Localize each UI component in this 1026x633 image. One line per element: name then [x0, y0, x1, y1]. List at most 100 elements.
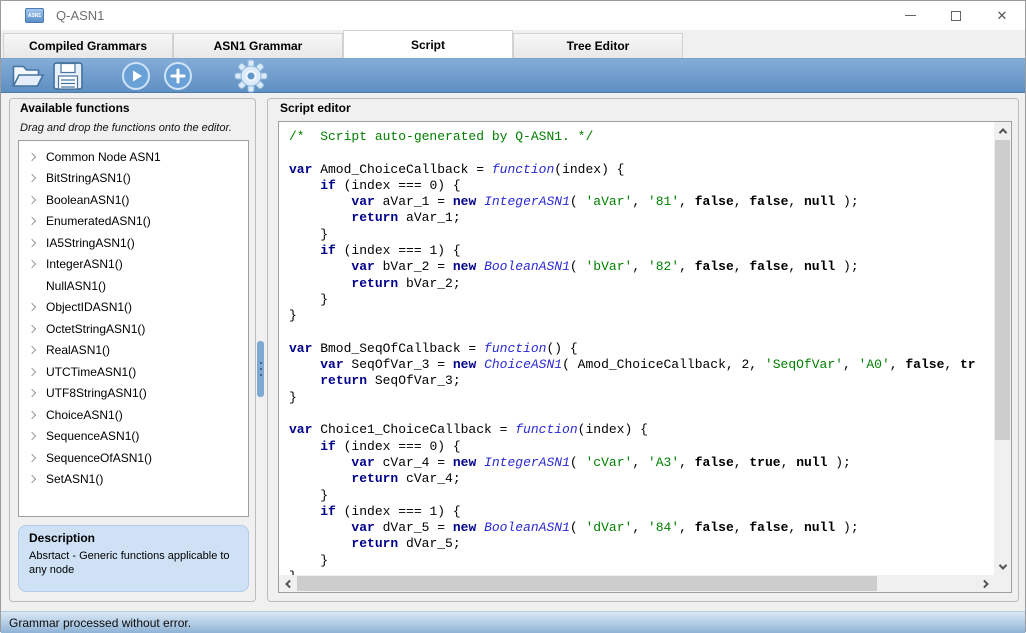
expand-chevron-icon[interactable] — [28, 153, 36, 161]
expand-chevron-icon[interactable] — [28, 303, 36, 311]
minimize-icon — [905, 15, 916, 16]
script-editor-title: Script editor — [280, 101, 351, 115]
expand-chevron-icon[interactable] — [28, 389, 36, 397]
panel-splitter-handle[interactable] — [257, 341, 264, 397]
vertical-scrollbar-thumb[interactable] — [995, 140, 1010, 440]
code-line: } — [289, 390, 994, 406]
scroll-up-button[interactable] — [994, 122, 1011, 139]
horizontal-scrollbar[interactable] — [279, 575, 994, 592]
expand-chevron-icon[interactable] — [28, 260, 36, 268]
code-line: var aVar_1 = new IntegerASN1( 'aVar', '8… — [289, 194, 994, 210]
expand-chevron-icon[interactable] — [28, 217, 36, 225]
function-item[interactable]: SequenceOfASN1() — [19, 447, 248, 469]
tab-compiled-grammars[interactable]: Compiled Grammars — [3, 33, 173, 58]
scroll-left-button[interactable] — [279, 575, 296, 592]
maximize-button[interactable] — [933, 1, 979, 30]
expand-chevron-icon[interactable] — [28, 411, 36, 419]
expand-chevron-icon[interactable] — [28, 368, 36, 376]
code-line: var SeqOfVar_3 = new ChoiceASN1( Amod_Ch… — [289, 357, 994, 373]
function-item[interactable]: SequenceASN1() — [19, 426, 248, 448]
code-line: if (index === 1) { — [289, 243, 994, 259]
close-button[interactable]: ✕ — [979, 1, 1025, 30]
save-button[interactable] — [48, 58, 88, 93]
tab-bar: Compiled GrammarsASN1 GrammarScriptTree … — [1, 30, 1025, 58]
available-functions-title: Available functions — [20, 101, 130, 115]
function-label: Common Node ASN1 — [46, 150, 161, 164]
expand-chevron-icon[interactable] — [28, 475, 36, 483]
toolbar — [1, 58, 1025, 93]
code-line: return dVar_5; — [289, 536, 994, 552]
code-line: var cVar_4 = new IntegerASN1( 'cVar', 'A… — [289, 455, 994, 471]
function-label: SequenceASN1() — [46, 429, 139, 443]
open-button[interactable] — [8, 58, 48, 93]
available-functions-panel: Available functions Drag and drop the fu… — [9, 98, 256, 602]
function-item[interactable]: NullASN1() — [19, 275, 248, 297]
code-line: var Choice1_ChoiceCallback = function(in… — [289, 422, 994, 438]
code-line: if (index === 0) { — [289, 178, 994, 194]
scroll-down-button[interactable] — [994, 558, 1011, 575]
minimize-button[interactable] — [887, 1, 933, 30]
vertical-scrollbar[interactable] — [994, 122, 1011, 575]
function-item[interactable]: IA5StringASN1() — [19, 232, 248, 254]
window-controls: ✕ — [887, 1, 1025, 30]
function-item[interactable]: EnumeratedASN1() — [19, 211, 248, 233]
scroll-right-button[interactable] — [977, 575, 994, 592]
app-icon: ASN1 — [25, 8, 44, 23]
tab-script[interactable]: Script — [343, 30, 513, 58]
tab-asn1-grammar[interactable]: ASN1 Grammar — [173, 33, 343, 58]
code-line: var Amod_ChoiceCallback = function(index… — [289, 162, 994, 178]
code-line: } — [289, 227, 994, 243]
function-label: ObjectIDASN1() — [46, 300, 132, 314]
expand-chevron-icon[interactable] — [28, 239, 36, 247]
tab-tree-editor[interactable]: Tree Editor — [513, 33, 683, 58]
code-line: /* Script auto-generated by Q-ASN1. */ — [289, 129, 994, 145]
maximize-icon — [951, 11, 961, 21]
description-box: Description Absrtact - Generic functions… — [18, 525, 249, 592]
function-item[interactable]: ChoiceASN1() — [19, 404, 248, 426]
function-item[interactable]: BooleanASN1() — [19, 189, 248, 211]
play-icon — [121, 61, 151, 91]
add-button[interactable] — [161, 58, 195, 93]
function-label: BitStringASN1() — [46, 171, 131, 185]
settings-button[interactable] — [232, 58, 270, 93]
function-label: IntegerASN1() — [46, 257, 123, 271]
function-item[interactable]: BitStringASN1() — [19, 168, 248, 190]
expand-chevron-icon[interactable] — [28, 325, 36, 333]
status-bar: Grammar processed without error. — [1, 611, 1025, 633]
function-label: ChoiceASN1() — [46, 408, 123, 422]
code-line: } — [289, 308, 994, 324]
code-line — [289, 145, 994, 161]
functions-list[interactable]: Common Node ASN1 BitStringASN1() BooleanAS… — [18, 140, 249, 517]
code-line: if (index === 1) { — [289, 504, 994, 520]
expand-chevron-icon[interactable] — [28, 454, 36, 462]
expand-chevron-icon[interactable] — [28, 346, 36, 354]
code-line: } — [289, 488, 994, 504]
function-item[interactable]: UTCTimeASN1() — [19, 361, 248, 383]
function-item[interactable]: UTF8StringASN1() — [19, 383, 248, 405]
function-label: OctetStringASN1() — [46, 322, 145, 336]
horizontal-scrollbar-thumb[interactable] — [297, 576, 877, 591]
code-line: return aVar_1; — [289, 210, 994, 226]
close-icon: ✕ — [997, 9, 1008, 22]
code-line: } — [289, 553, 994, 569]
function-item[interactable]: RealASN1() — [19, 340, 248, 362]
code-area[interactable]: /* Script auto-generated by Q-ASN1. */ va… — [279, 122, 994, 575]
expand-chevron-icon[interactable] — [28, 196, 36, 204]
code-line: var bVar_2 = new BooleanASN1( 'bVar', '8… — [289, 259, 994, 275]
function-label: SequenceOfASN1() — [46, 451, 152, 465]
function-item[interactable]: OctetStringASN1() — [19, 318, 248, 340]
function-item[interactable]: IntegerASN1() — [19, 254, 248, 276]
run-button[interactable] — [119, 58, 153, 93]
function-label: SetASN1() — [46, 472, 103, 486]
function-item[interactable]: ObjectIDASN1() — [19, 297, 248, 319]
code-line: if (index === 0) { — [289, 439, 994, 455]
save-icon — [52, 61, 84, 91]
code-line: return SeqOfVar_3; — [289, 373, 994, 389]
expand-chevron-icon[interactable] — [28, 432, 36, 440]
code-line — [289, 406, 994, 422]
function-item[interactable]: SetASN1() — [19, 469, 248, 491]
expand-chevron-icon[interactable] — [28, 174, 36, 182]
function-item[interactable]: Common Node ASN1 — [19, 146, 248, 168]
scrollbar-corner — [994, 575, 1011, 592]
plus-icon — [163, 61, 193, 91]
